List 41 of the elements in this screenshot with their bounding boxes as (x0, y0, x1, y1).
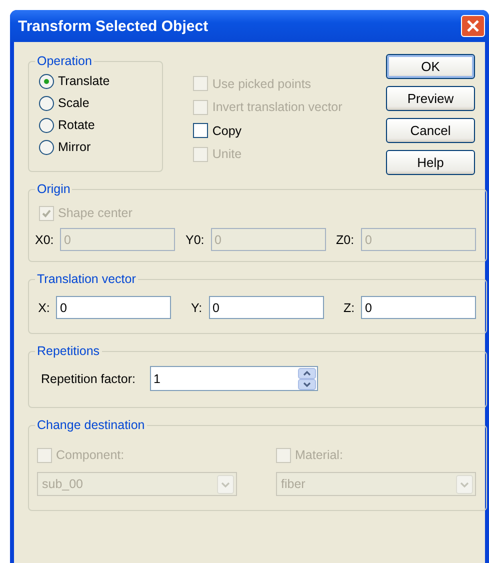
field-label: Z0: (336, 232, 356, 246)
radio-button[interactable] (39, 118, 54, 132)
field-label: Z: (342, 300, 356, 314)
checkbox[interactable] (193, 123, 208, 138)
radio-label: Translate (58, 74, 110, 88)
dialog-button[interactable]: OK (386, 54, 475, 79)
dialog-button[interactable]: Preview (386, 86, 475, 111)
radio-button[interactable] (39, 140, 54, 154)
radio-label: Mirror (58, 140, 91, 154)
group-title: Operation (36, 54, 93, 68)
checkbox-label: Use picked points (212, 76, 312, 91)
input-field[interactable]: 0 (208, 296, 324, 319)
radio-button[interactable] (39, 74, 54, 88)
group-title: Change destination (36, 418, 146, 432)
group-title: Translation vector (36, 272, 137, 286)
checkbox-label: Unite (212, 147, 242, 162)
field-label: X: (37, 300, 51, 314)
group-title: Origin (36, 182, 72, 196)
field-label: Repetition factor: (41, 372, 136, 386)
group-title: Repetitions (36, 344, 101, 358)
checkbox-label: Shape center (58, 206, 132, 220)
close-button[interactable] (461, 15, 485, 37)
checkbox-label: Copy (212, 124, 242, 138)
spin-field[interactable]: 1 (150, 366, 318, 391)
spin-arrows-icon[interactable] (298, 368, 316, 390)
dialog-button[interactable]: Help (386, 150, 475, 175)
radio-label: Rotate (58, 118, 95, 132)
radio-button[interactable] (39, 96, 54, 110)
checkbox-label: Component: (56, 448, 124, 462)
input-field[interactable]: 0 (56, 296, 171, 319)
radio-label: Scale (58, 96, 90, 110)
check-icon (42, 208, 51, 218)
input-field[interactable]: 0 (361, 296, 476, 319)
dialog-button[interactable]: Cancel (386, 118, 475, 143)
checkbox-label: Material: (295, 448, 343, 462)
field-label: Y0: (186, 232, 206, 246)
field-label: X0: (35, 232, 55, 246)
close-icon (466, 19, 480, 33)
checkbox-label: Invert translation vector (212, 100, 342, 114)
window-title: Transform Selected Object (18, 18, 208, 34)
field-label: Y: (190, 300, 204, 314)
